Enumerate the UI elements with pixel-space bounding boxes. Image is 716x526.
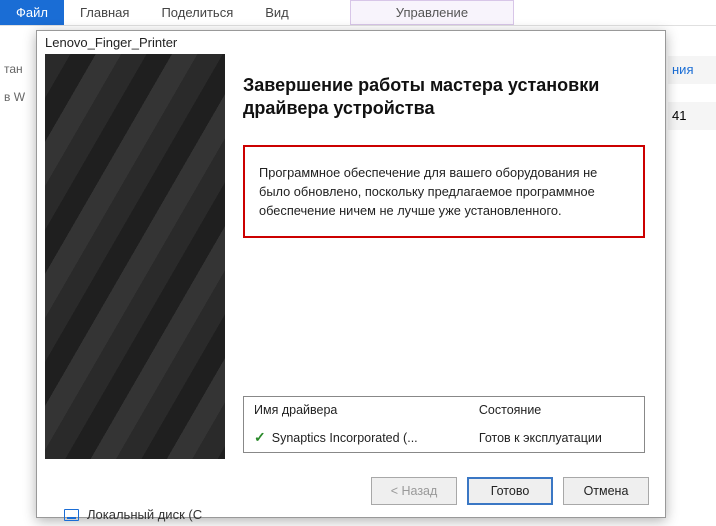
driver-table: Имя драйвера Состояние ✓ Synaptics Incor… <box>243 396 645 453</box>
driver-col-state-header: Состояние <box>479 403 634 417</box>
dialog-title: Lenovo_Finger_Printer <box>37 31 665 54</box>
wizard-heading: Завершение работы мастера установки драй… <box>243 74 645 121</box>
ribbon-tab-home[interactable]: Главная <box>64 0 145 25</box>
ribbon-tab-file[interactable]: Файл <box>0 0 64 25</box>
explorer-left-fragment: тан в W <box>0 26 30 526</box>
check-icon: ✓ <box>254 429 266 446</box>
wizard-message: Программное обеспечение для вашего обору… <box>243 145 645 239</box>
driver-col-name-header: Имя драйвера <box>254 403 479 417</box>
ribbon-tab-share[interactable]: Поделиться <box>145 0 249 25</box>
ribbon: Файл Главная Поделиться Вид Управление <box>0 0 716 26</box>
driver-state: Готов к эксплуатации <box>479 431 634 445</box>
drive-label: Локальный диск (С <box>87 507 202 522</box>
done-button[interactable]: Готово <box>467 477 553 505</box>
table-row: ✓ Synaptics Incorporated (... Готов к эк… <box>244 423 644 452</box>
explorer-right-fragment: ния 41 <box>668 26 716 526</box>
wizard-sidebar-graphic <box>45 54 225 459</box>
drive-icon <box>64 509 79 521</box>
wizard-dialog: Lenovo_Finger_Printer Завершение работы … <box>36 30 666 518</box>
ribbon-tab-manage[interactable]: Управление <box>350 0 514 25</box>
driver-name: Synaptics Incorporated (... <box>272 431 418 445</box>
drive-item[interactable]: Локальный диск (С <box>64 507 202 522</box>
ribbon-tab-view[interactable]: Вид <box>249 0 305 25</box>
back-button: < Назад <box>371 477 457 505</box>
cancel-button[interactable]: Отмена <box>563 477 649 505</box>
